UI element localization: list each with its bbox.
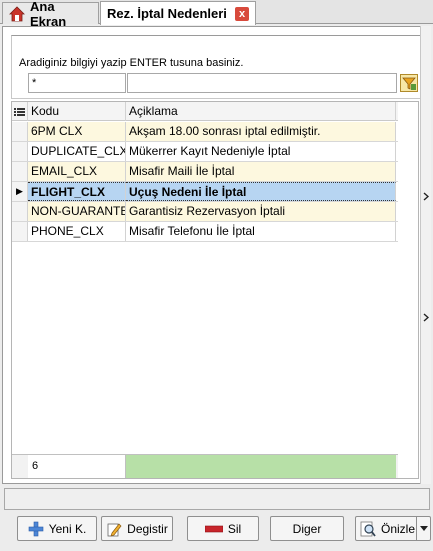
- cell-desc[interactable]: Uçuş Nedeni İle İptal: [126, 182, 396, 201]
- home-icon: [9, 5, 25, 22]
- table-row-selected[interactable]: ▶ FLIGHT_CLX Uçuş Nedeni İle İptal: [12, 182, 398, 202]
- search-input[interactable]: [127, 73, 397, 93]
- column-header-kodu[interactable]: Kodu: [28, 102, 126, 121]
- chevron-right-icon[interactable]: [422, 188, 430, 204]
- table-row[interactable]: 6PM CLX Akşam 18.00 sonrası iptal edilmi…: [12, 122, 398, 142]
- table-row[interactable]: DUPLICATE_CLX Mükerrer Kayıt Nedeniyle İ…: [12, 142, 398, 162]
- filter-icon[interactable]: [399, 73, 419, 93]
- cell-desc[interactable]: Akşam 18.00 sonrası iptal edilmiştir.: [126, 122, 396, 141]
- plus-icon: [28, 521, 44, 537]
- row-indicator: [12, 142, 28, 161]
- other-button[interactable]: Diger: [270, 516, 344, 541]
- cell-code[interactable]: PHONE_CLX: [28, 222, 126, 241]
- edit-button[interactable]: Degistir: [101, 516, 173, 541]
- preview-button[interactable]: Önizle: [355, 516, 431, 541]
- cell-desc[interactable]: Misafir Telefonu İle İptal: [126, 222, 396, 241]
- row-indicator: [12, 162, 28, 181]
- side-splitter[interactable]: [420, 26, 431, 484]
- row-indicator: [12, 122, 28, 141]
- cell-code[interactable]: EMAIL_CLX: [28, 162, 126, 181]
- footer-spacer: [12, 455, 28, 478]
- delete-button[interactable]: Sil: [187, 516, 259, 541]
- cell-code[interactable]: 6PM CLX: [28, 122, 126, 141]
- pencil-icon: [106, 521, 122, 537]
- column-header-aciklama[interactable]: Açiklama: [126, 102, 396, 121]
- tab-rez-iptal-nedenleri[interactable]: Rez. İptal Nedenleri x: [100, 1, 256, 25]
- tab-label: Ana Ekran: [30, 0, 67, 29]
- search-hint: Aradiginiz bilgiyi yazip ENTER tusuna ba…: [19, 57, 244, 69]
- row-indicator: [12, 202, 28, 221]
- main-panel: Aradiginiz bilgiyi yazip ENTER tusuna ba…: [2, 26, 431, 484]
- footer-summary-bar: [126, 455, 396, 478]
- cell-code[interactable]: NON-GUARANTEE: [28, 202, 126, 221]
- table-row[interactable]: EMAIL_CLX Misafir Maili İle İptal: [12, 162, 398, 182]
- cell-desc[interactable]: Misafir Maili İle İptal: [126, 162, 396, 181]
- row-count: 6: [28, 455, 126, 478]
- magnifier-icon: [360, 521, 376, 537]
- table-row[interactable]: NON-GUARANTEE Garantisiz Rezervasyon İpt…: [12, 202, 398, 222]
- table-row[interactable]: PHONE_CLX Misafir Telefonu İle İptal: [12, 222, 398, 242]
- grid-footer: 6: [12, 454, 398, 478]
- tab-ana-ekran[interactable]: Ana Ekran: [2, 0, 99, 29]
- new-button-label: Yeni K.: [48, 521, 87, 536]
- data-grid: Kodu Açiklama 6PM CLX Akşam 18.00 sonras…: [11, 101, 419, 479]
- tab-strip: Ana Ekran Rez. İptal Nedenleri x: [0, 0, 433, 29]
- grid-header: Kodu Açiklama: [12, 102, 398, 121]
- cell-code[interactable]: FLIGHT_CLX: [28, 182, 126, 201]
- chevron-right-icon[interactable]: [422, 309, 430, 325]
- cell-code[interactable]: DUPLICATE_CLX: [28, 142, 126, 161]
- cell-desc[interactable]: Mükerrer Kayıt Nedeniyle İptal: [126, 142, 396, 161]
- row-indicator: [12, 222, 28, 241]
- new-button[interactable]: Yeni K.: [17, 516, 97, 541]
- minus-icon: [204, 525, 223, 533]
- button-bar: Yeni K. Degistir Sil Diger Önizle: [0, 512, 433, 551]
- other-button-label: Diger: [292, 521, 322, 536]
- tab-label: Rez. İptal Nedenleri: [107, 6, 227, 21]
- grid-menu-icon[interactable]: [12, 102, 28, 121]
- chevron-down-icon[interactable]: [416, 517, 430, 540]
- status-bar: [4, 488, 430, 510]
- row-selected-indicator: ▶: [12, 182, 28, 201]
- delete-button-label: Sil: [227, 521, 242, 536]
- close-icon[interactable]: x: [235, 6, 249, 21]
- preview-button-label: Önizle: [381, 521, 416, 536]
- edit-button-label: Degistir: [127, 521, 168, 536]
- cell-desc[interactable]: Garantisiz Rezervasyon İptali: [126, 202, 396, 221]
- filter-field[interactable]: *: [28, 73, 126, 93]
